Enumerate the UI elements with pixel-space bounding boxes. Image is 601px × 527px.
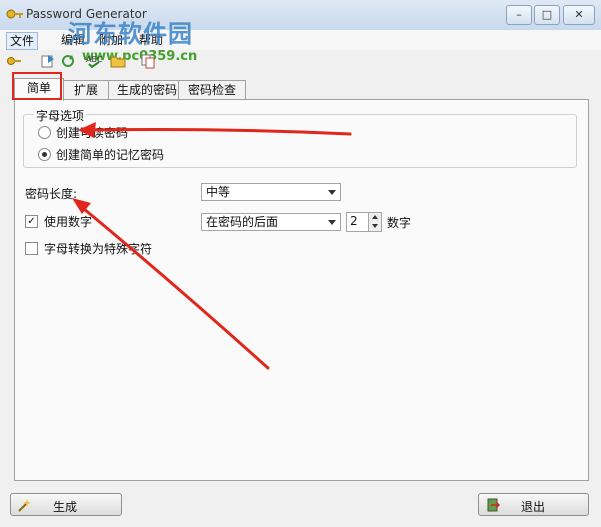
generate-button[interactable]: 生成 <box>10 493 122 516</box>
radio-button-unchecked[interactable] <box>38 126 51 139</box>
use-numbers-checkbox[interactable]: ✓ 使用数字 <box>25 214 92 230</box>
key-icon[interactable] <box>6 53 22 69</box>
folder-icon[interactable] <box>110 53 126 69</box>
annotation-highlight-box <box>12 72 62 100</box>
exit-button-label: 退出 <box>521 500 546 514</box>
password-length-select[interactable]: 中等 <box>201 183 341 201</box>
watermark-logo: 河东软件园 <box>68 20 193 48</box>
tab-password-check[interactable]: 密码检查 <box>178 80 246 100</box>
password-length-value: 中等 <box>206 185 231 199</box>
copy-icon[interactable] <box>140 53 156 69</box>
number-count-stepper[interactable]: 2 <box>346 212 382 232</box>
number-unit-label: 数字 <box>387 216 412 230</box>
exit-button[interactable]: 退出 <box>478 493 589 516</box>
radio-pronounceable-label: 创建可读密码 <box>56 126 129 140</box>
number-position-select[interactable]: 在密码的后面 <box>201 213 341 231</box>
letter-options-group: 字母选项 创建可读密码 创建简单的记忆密码 <box>23 107 577 168</box>
app-key-icon <box>6 9 23 19</box>
simple-tab-panel: 字母选项 创建可读密码 创建简单的记忆密码 密码长度: 中等 ✓ 使用数字 在密码… <box>14 99 589 481</box>
spin-down-icon[interactable] <box>368 222 381 231</box>
chevron-down-icon <box>328 220 336 225</box>
group-title: 字母选项 <box>34 107 87 124</box>
menu-file[interactable]: 文件 <box>6 32 39 50</box>
minimize-button[interactable]: – <box>506 5 532 25</box>
refresh-icon[interactable] <box>60 53 76 69</box>
radio-button-checked[interactable] <box>38 148 51 161</box>
close-button[interactable]: ✕ <box>563 5 595 25</box>
generate-icon <box>18 499 31 512</box>
special-chars-checkbox[interactable]: 字母转换为特殊字符 <box>25 241 152 257</box>
chevron-down-icon <box>328 190 336 195</box>
export-icon[interactable] <box>40 53 56 69</box>
use-numbers-label: 使用数字 <box>44 215 93 229</box>
svg-text:ABC: ABC <box>86 55 102 64</box>
tab-extended[interactable]: 扩展 <box>56 80 116 100</box>
toolbar: ABC <box>0 50 601 72</box>
maximize-button[interactable]: □ <box>534 5 560 25</box>
tab-generated-passwords[interactable]: 生成的密码 <box>108 80 186 100</box>
special-chars-label: 字母转换为特殊字符 <box>44 242 153 256</box>
radio-pronounceable[interactable]: 创建可读密码 <box>38 125 128 141</box>
radio-memorable-label: 创建简单的记忆密码 <box>56 148 165 162</box>
generate-button-label: 生成 <box>53 500 78 514</box>
exit-door-icon <box>487 498 501 512</box>
number-count-value: 2 <box>350 214 358 228</box>
radio-memorable[interactable]: 创建简单的记忆密码 <box>38 147 164 163</box>
checkbox-checked[interactable]: ✓ <box>25 215 38 228</box>
password-length-label: 密码长度: <box>25 187 78 201</box>
number-position-value: 在密码的后面 <box>206 215 279 229</box>
checkbox-unchecked[interactable] <box>25 242 38 255</box>
spellcheck-icon[interactable]: ABC <box>86 53 102 69</box>
